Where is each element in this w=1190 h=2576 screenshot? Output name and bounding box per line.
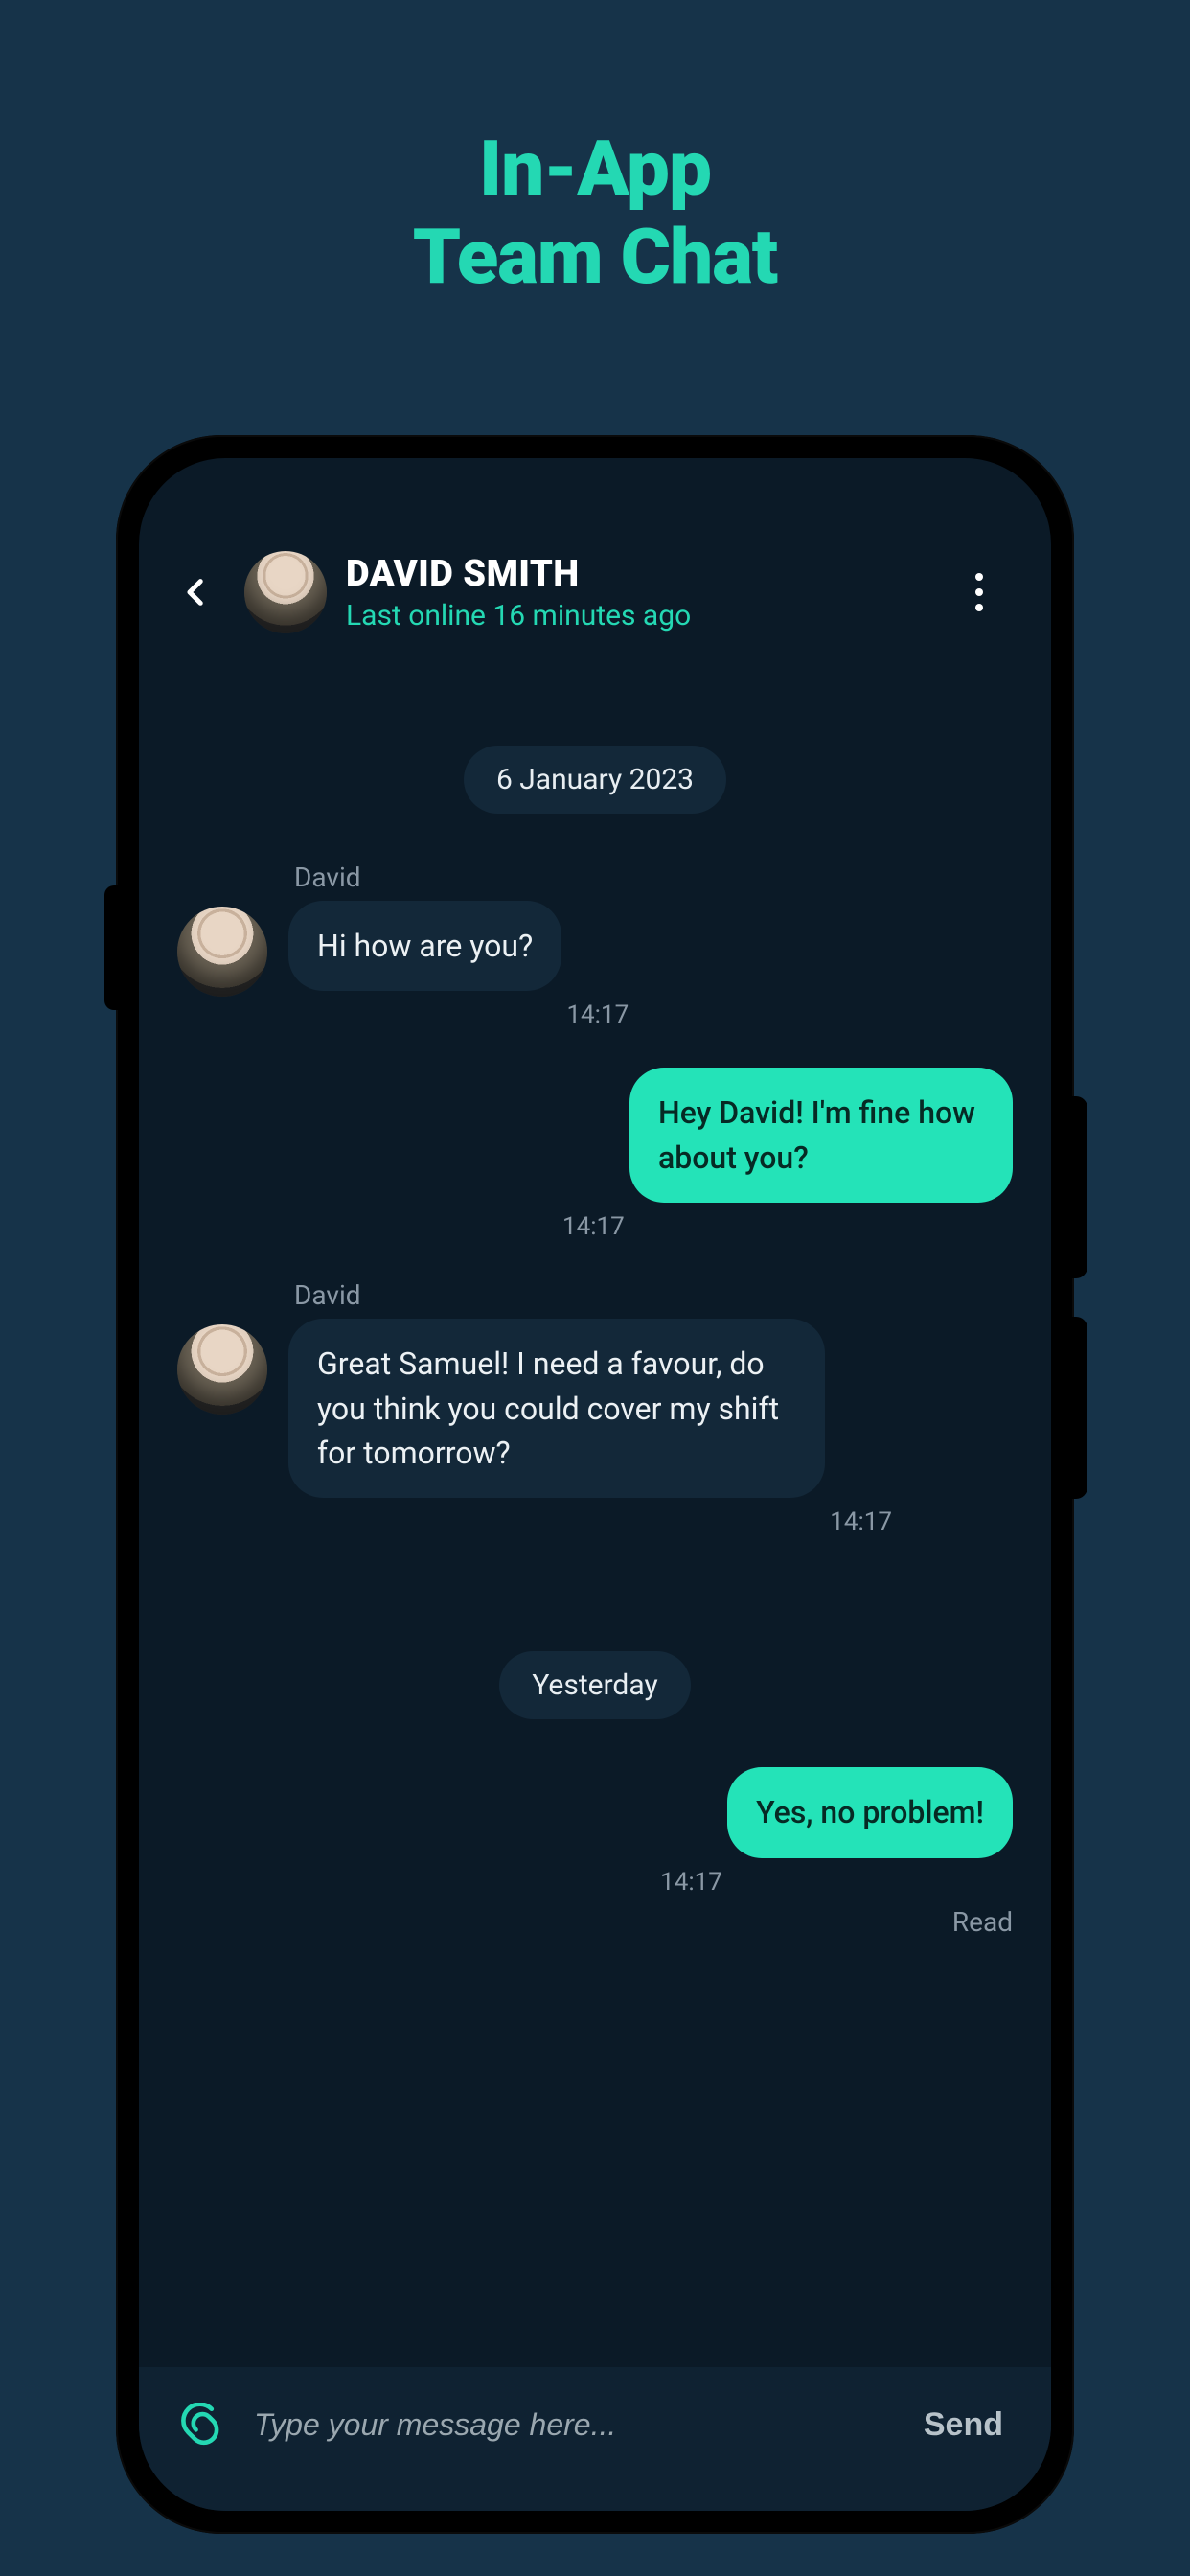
bubble-wrap: Great Samuel! I need a favour, do you th… — [288, 1319, 825, 1536]
bubble-wrap: Hey David! I'm fine how about you? 14:17 — [629, 1068, 1013, 1241]
input-bar: Send — [139, 2367, 1051, 2511]
date-divider: Yesterday — [499, 1651, 690, 1719]
bubble-wrap: Yes, no problem! 14:17 — [727, 1767, 1013, 1896]
screen: DAVID SMITH Last online 16 minutes ago 6… — [139, 458, 1051, 2511]
message-row: Great Samuel! I need a favour, do you th… — [177, 1319, 1013, 1536]
outgoing-message-group: Hey David! I'm fine how about you? 14:17 — [177, 1068, 1013, 1241]
outgoing-message-group: Yes, no problem! 14:17 Read — [177, 1767, 1013, 1937]
message-bubble[interactable]: Hey David! I'm fine how about you? — [629, 1068, 1013, 1203]
message-timestamp: 14:17 — [566, 1000, 629, 1029]
message-bubble[interactable]: Great Samuel! I need a favour, do you th… — [288, 1319, 825, 1498]
send-button[interactable]: Send — [924, 2406, 1003, 2444]
header-avatar[interactable] — [244, 551, 327, 633]
page: In-App Team Chat DAVID SMITH Last online… — [0, 0, 1190, 2576]
chat-header: DAVID SMITH Last online 16 minutes ago — [139, 458, 1051, 650]
message-row: Hi how are you? 14:17 — [177, 901, 1013, 1029]
hero-line-2: Team Chat — [413, 213, 778, 301]
incoming-message-group: David Great Samuel! I need a favour, do … — [177, 1279, 1013, 1536]
sender-name: David — [294, 862, 1013, 893]
message-bubble[interactable]: Yes, no problem! — [727, 1767, 1013, 1857]
more-button[interactable] — [955, 564, 1003, 621]
back-button[interactable] — [168, 564, 225, 621]
message-timestamp: 14:17 — [660, 1868, 722, 1897]
hero-line-1: In-App — [413, 125, 778, 213]
chevron-left-icon — [180, 576, 213, 609]
message-avatar[interactable] — [177, 907, 267, 997]
message-avatar[interactable] — [177, 1324, 267, 1414]
phone-side-button-right-1 — [1072, 1096, 1087, 1278]
bubble-wrap: Hi how are you? 14:17 — [288, 901, 561, 1029]
more-vertical-icon — [974, 572, 984, 612]
message-bubble[interactable]: Hi how are you? — [288, 901, 561, 991]
chat-body[interactable]: 6 January 2023 David Hi how are you? 14:… — [139, 650, 1051, 2367]
contact-status: Last online 16 minutes ago — [346, 599, 936, 632]
hero-title: In-App Team Chat — [413, 125, 778, 301]
phone-frame: DAVID SMITH Last online 16 minutes ago 6… — [116, 435, 1074, 2534]
phone-side-button-left — [104, 886, 118, 1010]
message-input[interactable] — [254, 2407, 895, 2443]
attachment-icon — [179, 2403, 223, 2447]
date-divider: 6 January 2023 — [464, 746, 726, 814]
message-timestamp: 14:17 — [562, 1212, 625, 1241]
header-text: DAVID SMITH Last online 16 minutes ago — [346, 553, 936, 632]
contact-name: DAVID SMITH — [346, 553, 936, 595]
read-status: Read — [952, 1906, 1013, 1938]
message-timestamp: 14:17 — [830, 1507, 892, 1536]
sender-name: David — [294, 1279, 1013, 1311]
incoming-message-group: David Hi how are you? 14:17 — [177, 862, 1013, 1029]
attach-button[interactable] — [177, 2401, 225, 2449]
phone-side-button-right-2 — [1072, 1317, 1087, 1499]
